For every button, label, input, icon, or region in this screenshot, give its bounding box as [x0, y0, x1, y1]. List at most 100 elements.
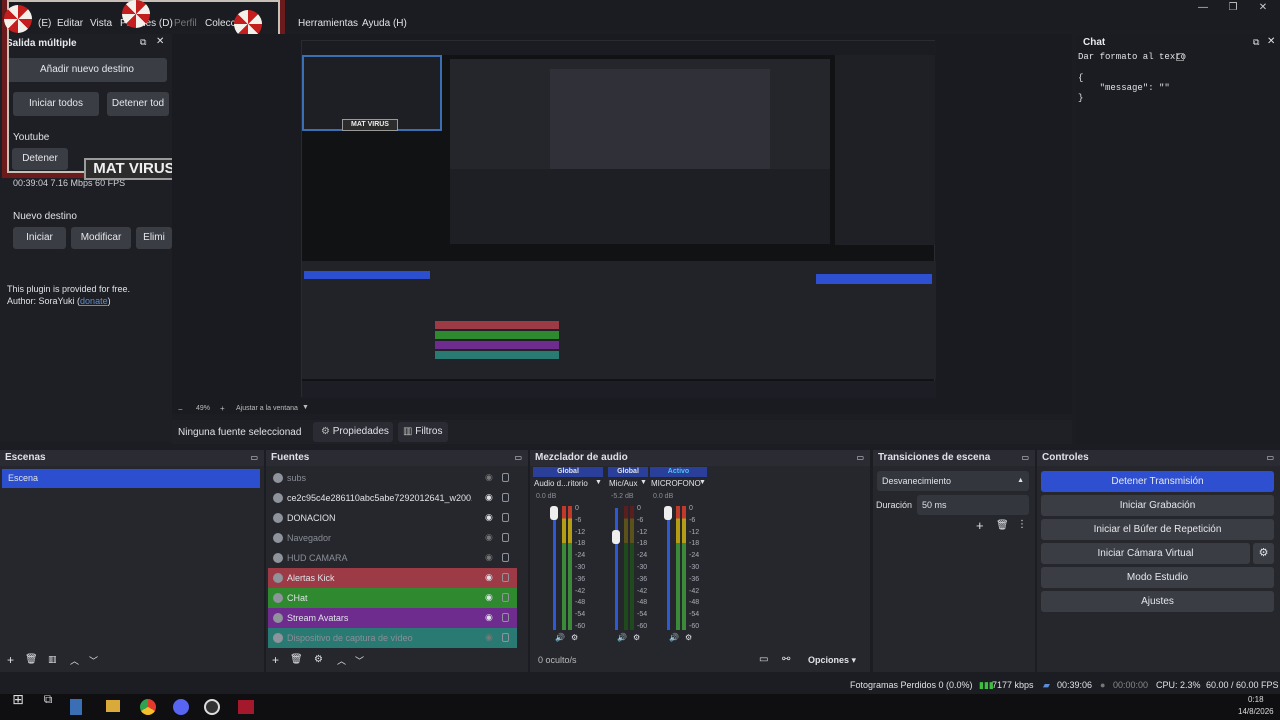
start-button[interactable]: Iniciar	[13, 227, 66, 249]
filter-icon[interactable]: ▥	[48, 654, 57, 665]
lock-icon[interactable]	[502, 613, 509, 622]
channel-name[interactable]: Mic/Aux	[609, 479, 637, 488]
task-view-icon[interactable]: ⧉	[36, 687, 60, 711]
lock-icon[interactable]	[502, 573, 509, 582]
dock-menu-icon[interactable]: ▭	[250, 450, 258, 466]
channel-settings-icon[interactable]: ⚙	[685, 633, 692, 642]
dock-menu-icon[interactable]: ▭	[514, 450, 522, 466]
channel-name[interactable]: MICROFONO	[651, 479, 701, 488]
folder-icon[interactable]	[106, 700, 120, 712]
visibility-eye-icon[interactable]: ◉	[485, 613, 495, 622]
speaker-icon[interactable]: 🔊	[555, 633, 565, 642]
down-arrow-icon[interactable]: ﹀	[89, 654, 98, 667]
visibility-eye-icon[interactable]: ◉	[485, 573, 495, 582]
volume-slider[interactable]	[615, 508, 618, 630]
visibility-eye-icon[interactable]: ◉	[485, 473, 495, 482]
volume-slider[interactable]	[667, 508, 670, 630]
lock-icon[interactable]	[502, 473, 509, 482]
source-row[interactable]: CHat ◉	[268, 588, 517, 608]
visibility-eye-icon[interactable]: ◉	[485, 633, 495, 642]
dock-menu-icon[interactable]: ▭	[1021, 450, 1029, 466]
lock-icon[interactable]	[502, 593, 509, 602]
calculator-icon[interactable]	[70, 699, 82, 715]
visibility-eye-icon[interactable]: ◉	[485, 553, 495, 562]
channel-settings-icon[interactable]: ⚙	[571, 633, 578, 642]
lock-icon[interactable]	[502, 533, 509, 542]
windows-start-icon[interactable]: ⊞	[6, 687, 30, 711]
start-virtual-camera-button[interactable]: Iniciar Cámara Virtual	[1041, 543, 1250, 564]
fit-window[interactable]: Ajustar a la ventana	[236, 405, 298, 412]
duration-input[interactable]: 50 ms	[917, 495, 1029, 515]
close-icon[interactable]: ✕	[1250, 2, 1276, 16]
up-arrow-icon[interactable]: ︿	[70, 654, 79, 667]
down-arrow-icon[interactable]: ﹀	[355, 654, 364, 667]
channel-settings-icon[interactable]: ⚙	[633, 633, 640, 642]
chevron-down-icon[interactable]: ▼	[640, 479, 647, 486]
scene-item[interactable]: Escena	[2, 469, 260, 488]
format-text-checkbox[interactable]	[1176, 53, 1184, 61]
stop-stream-button[interactable]: Detener Transmisión	[1041, 471, 1274, 492]
mixer-options-button[interactable]: Opciones ▾	[808, 655, 856, 666]
slider-handle[interactable]	[612, 530, 620, 544]
zoom-out-icon[interactable]: −	[178, 405, 183, 414]
float-icon[interactable]: ⧉	[1253, 37, 1259, 48]
chrome-icon[interactable]	[140, 699, 156, 715]
trash-icon[interactable]: 🗑	[25, 654, 38, 665]
source-row[interactable]: subs ◉	[268, 468, 517, 488]
link-icon[interactable]: ⚯	[782, 654, 790, 665]
menu-help[interactable]: Ayuda (H)	[362, 18, 407, 29]
transition-select[interactable]: Desvanecimiento ▲	[877, 471, 1029, 491]
volume-slider[interactable]	[553, 508, 556, 630]
trash-icon[interactable]: 🗑	[996, 520, 1009, 531]
obs-icon[interactable]	[204, 699, 220, 715]
close-dock-icon[interactable]: ✕	[1267, 36, 1275, 47]
app-icon[interactable]	[238, 700, 254, 714]
minimize-icon[interactable]: —	[1190, 2, 1216, 16]
source-row[interactable]: ce2c95c4e286110abc5abe7292012641_w200.gi…	[268, 488, 517, 508]
source-row[interactable]: Alertas Kick ◉	[268, 568, 517, 588]
slider-handle[interactable]	[664, 506, 672, 520]
chevron-down-icon[interactable]: ▼	[595, 479, 602, 486]
visibility-eye-icon[interactable]: ◉	[485, 493, 495, 502]
dock-menu-icon[interactable]: ▭	[1266, 450, 1274, 466]
more-icon[interactable]: ⋮	[1017, 519, 1027, 530]
slider-handle[interactable]	[550, 506, 558, 520]
source-row[interactable]: Stream Avatars ◉	[268, 608, 517, 628]
start-replay-buffer-button[interactable]: Iniciar el Búfer de Repetición	[1041, 519, 1274, 540]
lock-icon[interactable]	[502, 553, 509, 562]
speaker-icon[interactable]: 🔊	[669, 633, 679, 642]
lock-icon[interactable]	[502, 633, 509, 642]
visibility-eye-icon[interactable]: ◉	[485, 533, 495, 542]
visibility-eye-icon[interactable]: ◉	[485, 593, 495, 602]
layout-icon[interactable]: ▭	[759, 654, 768, 665]
muted-speaker-icon[interactable]: 🔊	[617, 633, 627, 642]
studio-mode-button[interactable]: Modo Estudio	[1041, 567, 1274, 588]
properties-button[interactable]: ⚙ Propiedades	[313, 422, 393, 442]
source-row[interactable]: Dispositivo de captura de vídeo ◉	[268, 628, 517, 648]
trash-icon[interactable]: 🗑	[290, 654, 303, 665]
lock-icon[interactable]	[502, 493, 509, 502]
chevron-down-icon[interactable]: ▼	[302, 404, 309, 411]
filters-button[interactable]: ▥ Filtros	[398, 422, 448, 442]
menu-tools[interactable]: Herramientas	[298, 18, 358, 29]
restore-icon[interactable]: ❐	[1220, 2, 1246, 16]
start-recording-button[interactable]: Iniciar Grabación	[1041, 495, 1274, 516]
add-icon[interactable]: +	[7, 653, 14, 667]
zoom-in-icon[interactable]: +	[220, 404, 225, 413]
gear-icon[interactable]: ⚙	[1253, 543, 1274, 564]
source-row[interactable]: DONACION ◉	[268, 508, 517, 528]
modify-button[interactable]: Modificar	[71, 227, 131, 249]
dock-menu-icon[interactable]: ▭	[856, 450, 864, 466]
add-icon[interactable]: +	[976, 518, 984, 533]
gear-icon[interactable]: ⚙	[314, 654, 323, 665]
delete-button[interactable]: Elimi	[136, 227, 172, 249]
lock-icon[interactable]	[502, 513, 509, 522]
up-arrow-icon[interactable]: ︿	[337, 654, 346, 667]
source-row[interactable]: Navegador ◉	[268, 528, 517, 548]
donate-link[interactable]: donate	[80, 296, 108, 306]
settings-button[interactable]: Ajustes	[1041, 591, 1274, 612]
add-icon[interactable]: +	[272, 653, 279, 667]
channel-name[interactable]: Audio d...ritorio	[534, 479, 588, 488]
source-row[interactable]: HUD CAMARA ◉	[268, 548, 517, 568]
discord-icon[interactable]	[173, 699, 189, 715]
